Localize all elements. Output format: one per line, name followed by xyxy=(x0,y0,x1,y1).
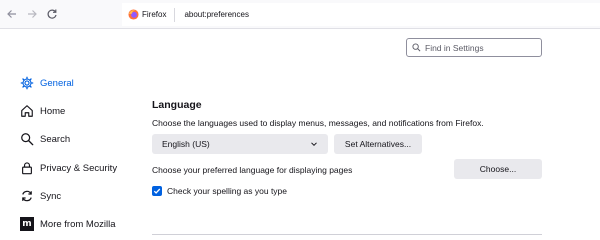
url-text[interactable]: about:preferences xyxy=(184,10,249,19)
forward-arrow-icon xyxy=(28,10,37,18)
section-divider xyxy=(152,234,542,235)
language-description: Choose the languages used to display men… xyxy=(152,118,484,128)
reload-button[interactable] xyxy=(44,6,60,22)
url-separator xyxy=(174,7,176,22)
sidebar-item-privacy[interactable]: Privacy & Security xyxy=(20,157,140,179)
url-bar[interactable]: Firefox about:preferences xyxy=(122,3,600,26)
reload-icon xyxy=(47,9,57,19)
home-icon xyxy=(21,105,33,117)
chevron-down-icon xyxy=(311,142,317,147)
sidebar-item-general[interactable]: General xyxy=(20,72,140,94)
sidebar-item-label: Privacy & Security xyxy=(40,162,118,174)
sidebar-item-search[interactable]: Search xyxy=(20,128,140,150)
back-button[interactable] xyxy=(4,6,20,22)
sidebar-item-label: More from Mozilla xyxy=(40,218,116,230)
spellcheck-label: Check your spelling as you type xyxy=(167,186,288,196)
sidebar-item-label: Search xyxy=(40,133,71,145)
language-select-value: English (US) xyxy=(162,139,210,149)
language-select[interactable]: English (US) xyxy=(152,134,328,154)
sync-icon xyxy=(22,190,32,202)
sidebar-item-label: General xyxy=(40,77,74,89)
identity-label: Firefox xyxy=(142,10,167,19)
gear-icon xyxy=(20,76,34,90)
search-icon xyxy=(412,43,421,52)
search-placeholder: Find in Settings xyxy=(425,42,484,53)
browser-toolbar: Firefox about:preferences xyxy=(0,0,600,29)
sidebar-item-sync[interactable]: Sync xyxy=(20,185,140,207)
choose-button[interactable]: Choose... xyxy=(454,159,542,179)
search-input[interactable]: Find in Settings xyxy=(406,38,542,57)
preferred-language-text: Choose your preferred language for displ… xyxy=(152,165,353,175)
forward-button[interactable] xyxy=(24,6,40,22)
spellcheck-row[interactable]: Check your spelling as you type xyxy=(152,186,287,196)
sidebar-item-label: Sync xyxy=(40,190,62,202)
sidebar-item-label: Home xyxy=(40,105,66,117)
spellcheck-checkbox[interactable] xyxy=(152,186,162,196)
firefox-logo-icon xyxy=(128,9,139,20)
sidebar-item-home[interactable]: Home xyxy=(20,100,140,122)
lock-icon xyxy=(22,162,32,175)
back-arrow-icon xyxy=(7,10,16,18)
sidebar-item-more-from-mozilla[interactable]: m More from Mozilla xyxy=(20,213,140,235)
search-icon xyxy=(21,133,34,146)
mozilla-icon: m xyxy=(20,217,34,231)
checkmark-icon xyxy=(153,188,161,194)
set-alternatives-button[interactable]: Set Alternatives... xyxy=(334,134,422,154)
section-title-language: Language xyxy=(152,99,202,111)
